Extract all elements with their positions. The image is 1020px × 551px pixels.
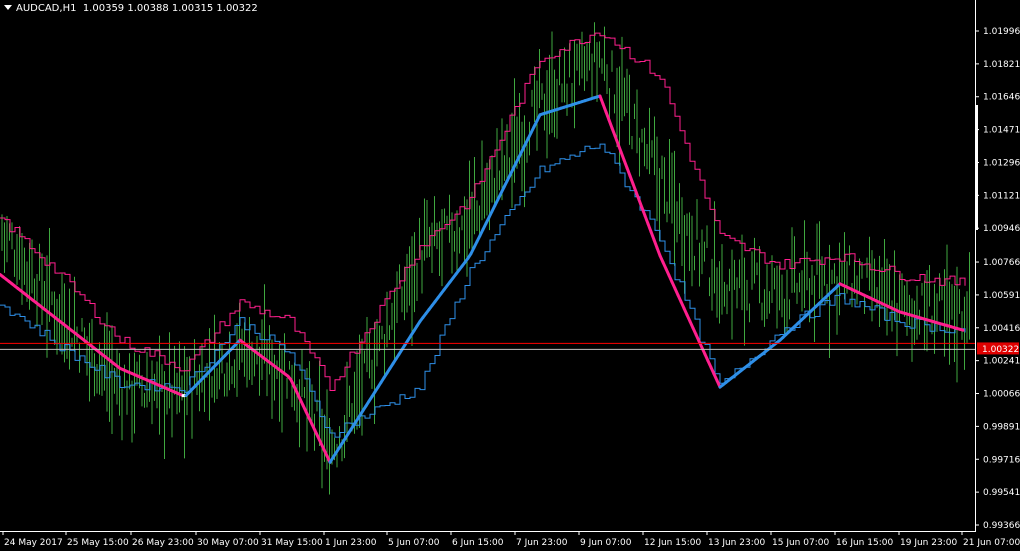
- time-label: 21 Jun 07:00: [963, 538, 1020, 548]
- current-price-tag: 1.00322: [977, 342, 1019, 355]
- price-label: 1.01821: [983, 60, 1020, 70]
- dropdown-arrow-icon[interactable]: [4, 4, 12, 10]
- price-label: 1.00591: [983, 291, 1020, 301]
- price-label: 1.00241: [983, 357, 1020, 367]
- time-label: 15 Jun 07:00: [772, 538, 829, 548]
- price-chart[interactable]: 1.01996 1.01821 1.01646 1.01471 1.01296 1.011…: [0, 0, 1020, 551]
- price-label: 1.01646: [983, 93, 1020, 103]
- price-label: 0.99366: [983, 521, 1020, 531]
- price-label: 0.99541: [983, 488, 1020, 498]
- price-scale-marker[interactable]: [975, 105, 978, 230]
- time-label: 19 Jun 23:00: [900, 538, 957, 548]
- price-label: 1.01471: [983, 126, 1020, 136]
- time-label: 13 Jun 23:00: [708, 538, 765, 548]
- time-label: 16 Jun 15:00: [836, 538, 893, 548]
- price-label: 0.99716: [983, 455, 1020, 465]
- price-label: 1.01296: [983, 158, 1020, 168]
- trend-segment: [958, 327, 965, 332]
- price-label: 0.99891: [983, 422, 1020, 432]
- time-label: 31 May 15:00: [261, 538, 323, 548]
- ohlc-readout: 1.00359 1.00388 1.00315 1.00322: [82, 3, 258, 14]
- time-label: 5 Jun 07:00: [388, 538, 440, 548]
- chart-title: AUDCAD,H1 1.00359 1.00388 1.00315 1.0032…: [4, 3, 258, 14]
- price-label: 1.00766: [983, 258, 1020, 268]
- time-label: 30 May 07:00: [197, 538, 259, 548]
- chart-window[interactable]: 1.01996 1.01821 1.01646 1.01471 1.01296 1.011…: [0, 0, 1020, 551]
- price-label: 1.01121: [983, 191, 1020, 201]
- price-label: 1.00066: [983, 390, 1020, 400]
- time-label: 7 Jun 23:00: [516, 538, 568, 548]
- price-label: 1.01996: [983, 27, 1020, 37]
- svg-text:1.00322: 1.00322: [982, 345, 1019, 355]
- time-label: 24 May 2017: [4, 538, 63, 548]
- time-label: 1 Jun 23:00: [325, 538, 377, 548]
- time-label: 25 May 15:00: [67, 538, 129, 548]
- price-label: 1.00946: [983, 224, 1020, 234]
- symbol-title: AUDCAD,H1: [16, 3, 77, 14]
- time-label: 26 May 23:00: [132, 538, 194, 548]
- price-label: 1.00416: [983, 324, 1020, 334]
- time-label: 12 Jun 15:00: [644, 538, 701, 548]
- time-label: 6 Jun 15:00: [452, 538, 504, 548]
- time-label: 9 Jun 07:00: [580, 538, 632, 548]
